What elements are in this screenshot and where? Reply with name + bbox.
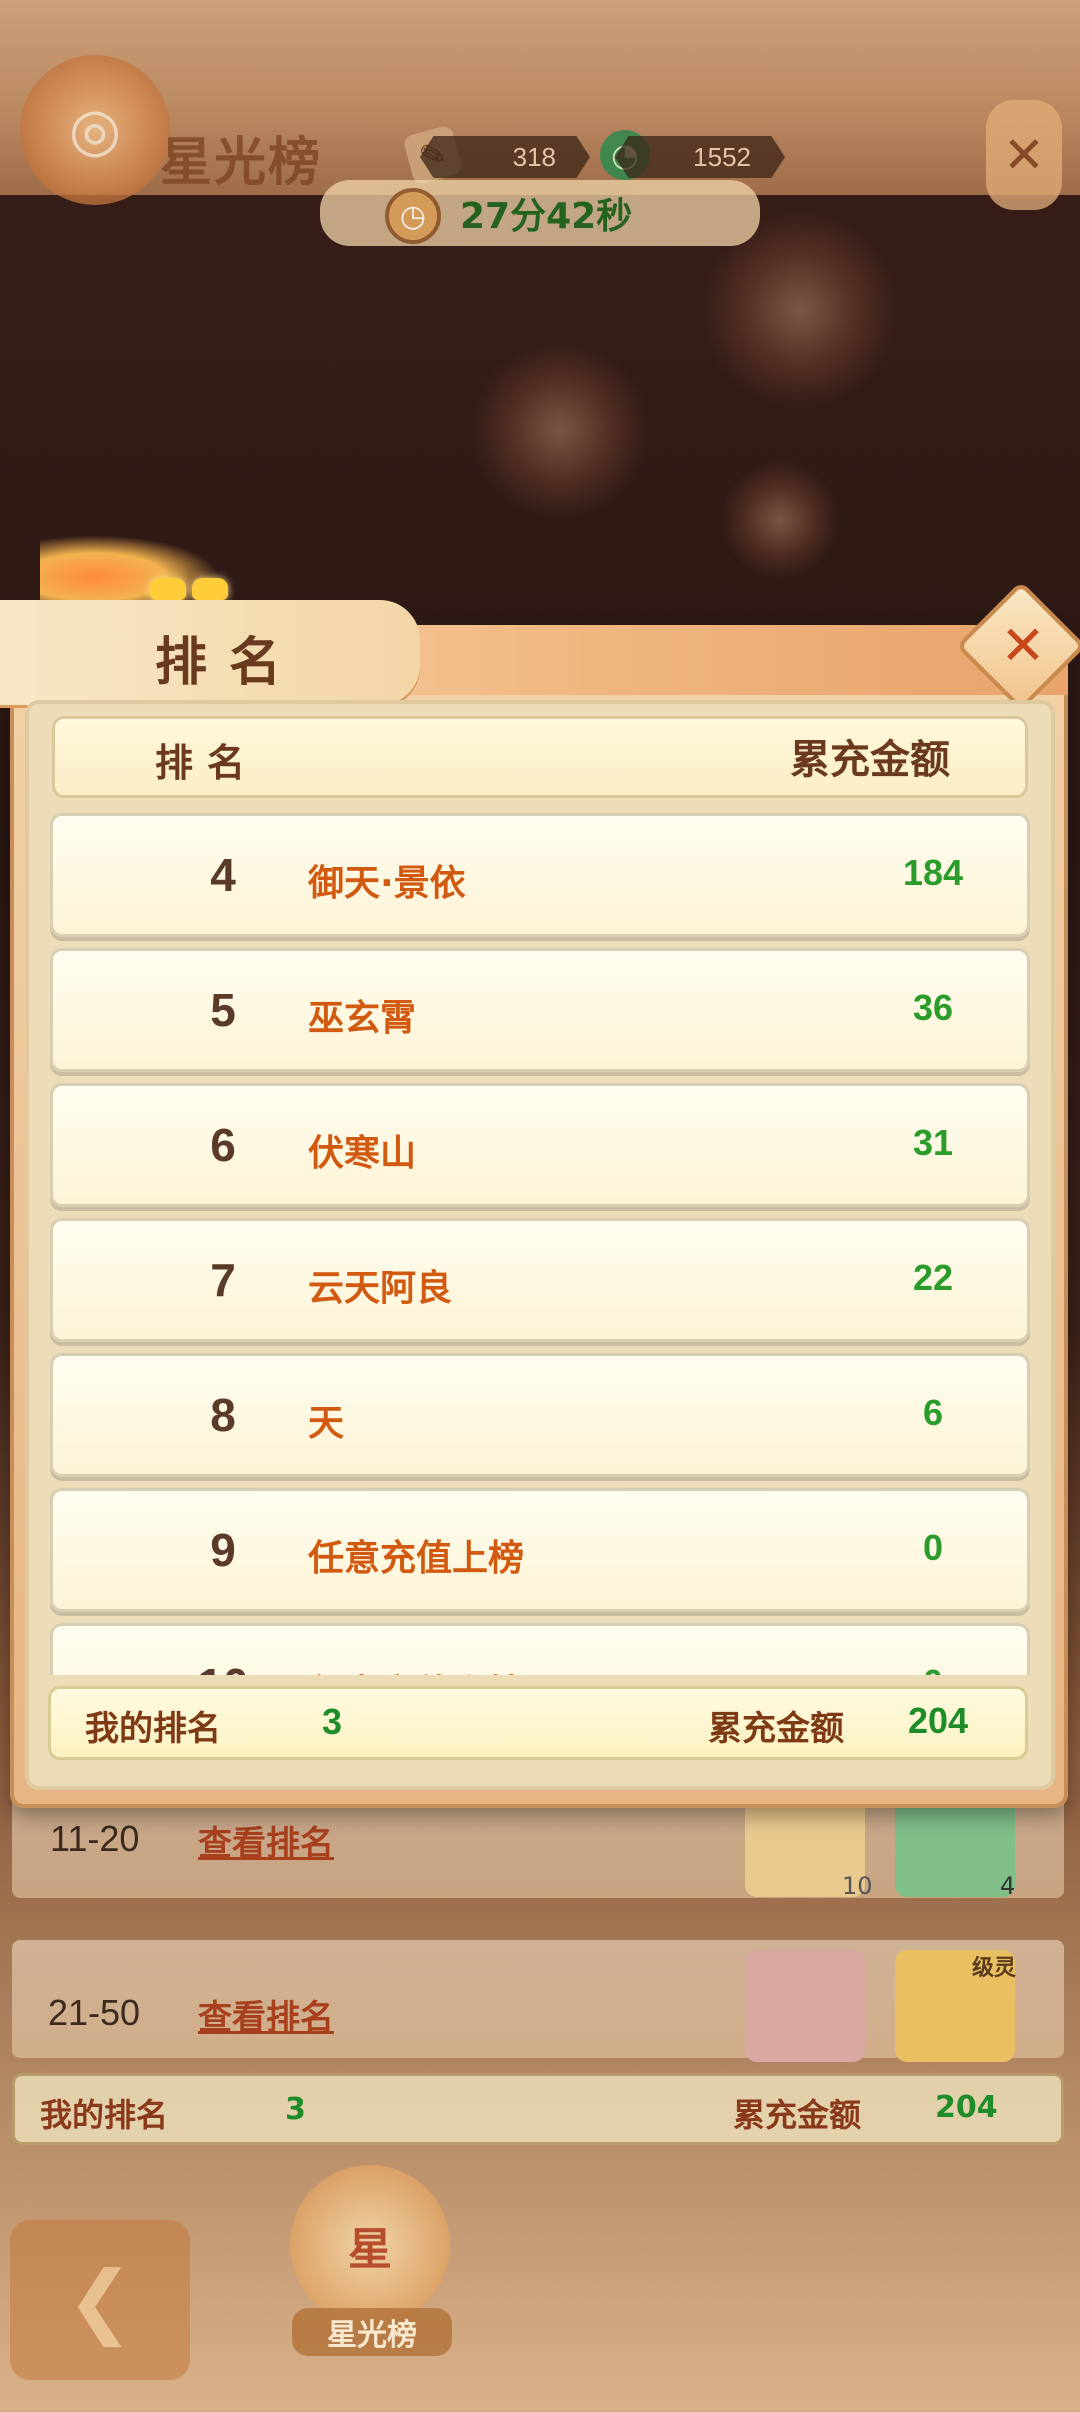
currency-jade-count: 1552: [615, 136, 785, 178]
row-player-name: 天: [308, 1403, 345, 1444]
reward-item[interactable]: [745, 1950, 865, 2062]
page-close-button[interactable]: ✕: [986, 100, 1062, 210]
table-row: 10 任意充值上榜 0: [50, 1623, 1030, 1675]
back-arrow-icon[interactable]: ❮: [10, 2220, 190, 2380]
amount-value: 204: [908, 1700, 969, 1741]
column-header-rank: 排名: [155, 740, 260, 785]
reward-badge: 级灵: [972, 1956, 1017, 1981]
row-amount: 36: [912, 987, 954, 1028]
column-header-amount: 累充金额: [790, 736, 950, 783]
row-rank: 4: [210, 849, 236, 901]
ranking-list[interactable]: 4 御天·景依 184 5 巫玄霄 36 6 伏寒山 31 7 云天阿良 22 …: [40, 805, 1040, 1675]
row-player-name: 御天·景依: [308, 863, 466, 904]
view-ranking-link[interactable]: 查看排名: [198, 1990, 334, 2039]
page-title: 星光榜: [160, 132, 323, 193]
table-row: 6 伏寒山 31: [50, 1083, 1030, 1207]
view-ranking-link[interactable]: 查看排名: [198, 1816, 334, 1865]
table-row: 4 御天·景依 184: [50, 813, 1030, 937]
row-rank: 6: [210, 1119, 236, 1171]
currency-ticket-count: 318: [420, 136, 590, 178]
row-player-name: 伏寒山: [308, 1133, 417, 1174]
gold-ingot-icon: [192, 578, 228, 600]
row-player-name: 云天阿良: [308, 1268, 453, 1309]
reward-count: 10: [842, 1872, 873, 1900]
bg-amount-label: 累充金额: [733, 2096, 862, 2134]
row-rank: 5: [210, 984, 236, 1036]
bg-amount-value: 204: [935, 2090, 998, 2125]
bg-rank-range: 21-50: [48, 1992, 141, 2033]
row-player-name: 任意充值上榜: [308, 1538, 525, 1579]
row-amount: 0: [922, 1527, 944, 1568]
bg-rank-range: 11-20: [50, 1818, 140, 1859]
table-row: 9 任意充值上榜 0: [50, 1488, 1030, 1612]
event-emblem-icon: ◎: [20, 55, 170, 205]
row-player-name: 巫玄霄: [308, 998, 417, 1039]
my-rank-label: 我的排名: [85, 1709, 221, 1749]
clock-icon: ◷: [385, 188, 441, 244]
gold-ingot-icon: [150, 578, 186, 600]
bg-my-rank-value: 3: [285, 2092, 306, 2127]
bg-my-rank-label: 我的排名: [40, 2096, 169, 2134]
my-rank-value: 3: [322, 1701, 343, 1742]
firework-decoration: [700, 210, 900, 410]
table-row: 8 天 6: [50, 1353, 1030, 1477]
row-rank: 10: [183, 1658, 263, 1675]
star-badge-icon[interactable]: 星: [290, 2165, 450, 2325]
row-rank: 8: [210, 1389, 236, 1441]
row-amount: 22: [912, 1257, 954, 1298]
bg-my-rank-bar: [12, 2073, 1064, 2145]
row-player-name: 任意充值上榜: [308, 1664, 524, 1675]
row-amount: 31: [912, 1122, 954, 1163]
reward-count: 4: [1000, 1872, 1016, 1900]
row-amount: 0: [813, 1662, 1040, 1675]
table-row: 7 云天阿良 22: [50, 1218, 1030, 1342]
row-amount: 6: [922, 1392, 944, 1433]
row-amount: 184: [902, 852, 964, 893]
firework-decoration: [470, 340, 650, 520]
row-rank: 7: [210, 1254, 236, 1306]
table-row: 5 巫玄霄 36: [50, 948, 1030, 1072]
firework-decoration: [720, 460, 840, 580]
modal-title: 排名: [155, 632, 304, 693]
nav-tab-starlight[interactable]: 星光榜: [292, 2308, 452, 2356]
amount-label: 累充金额: [708, 1709, 844, 1749]
close-icon[interactable]: ✕: [985, 600, 1061, 690]
row-rank: 9: [210, 1524, 236, 1576]
